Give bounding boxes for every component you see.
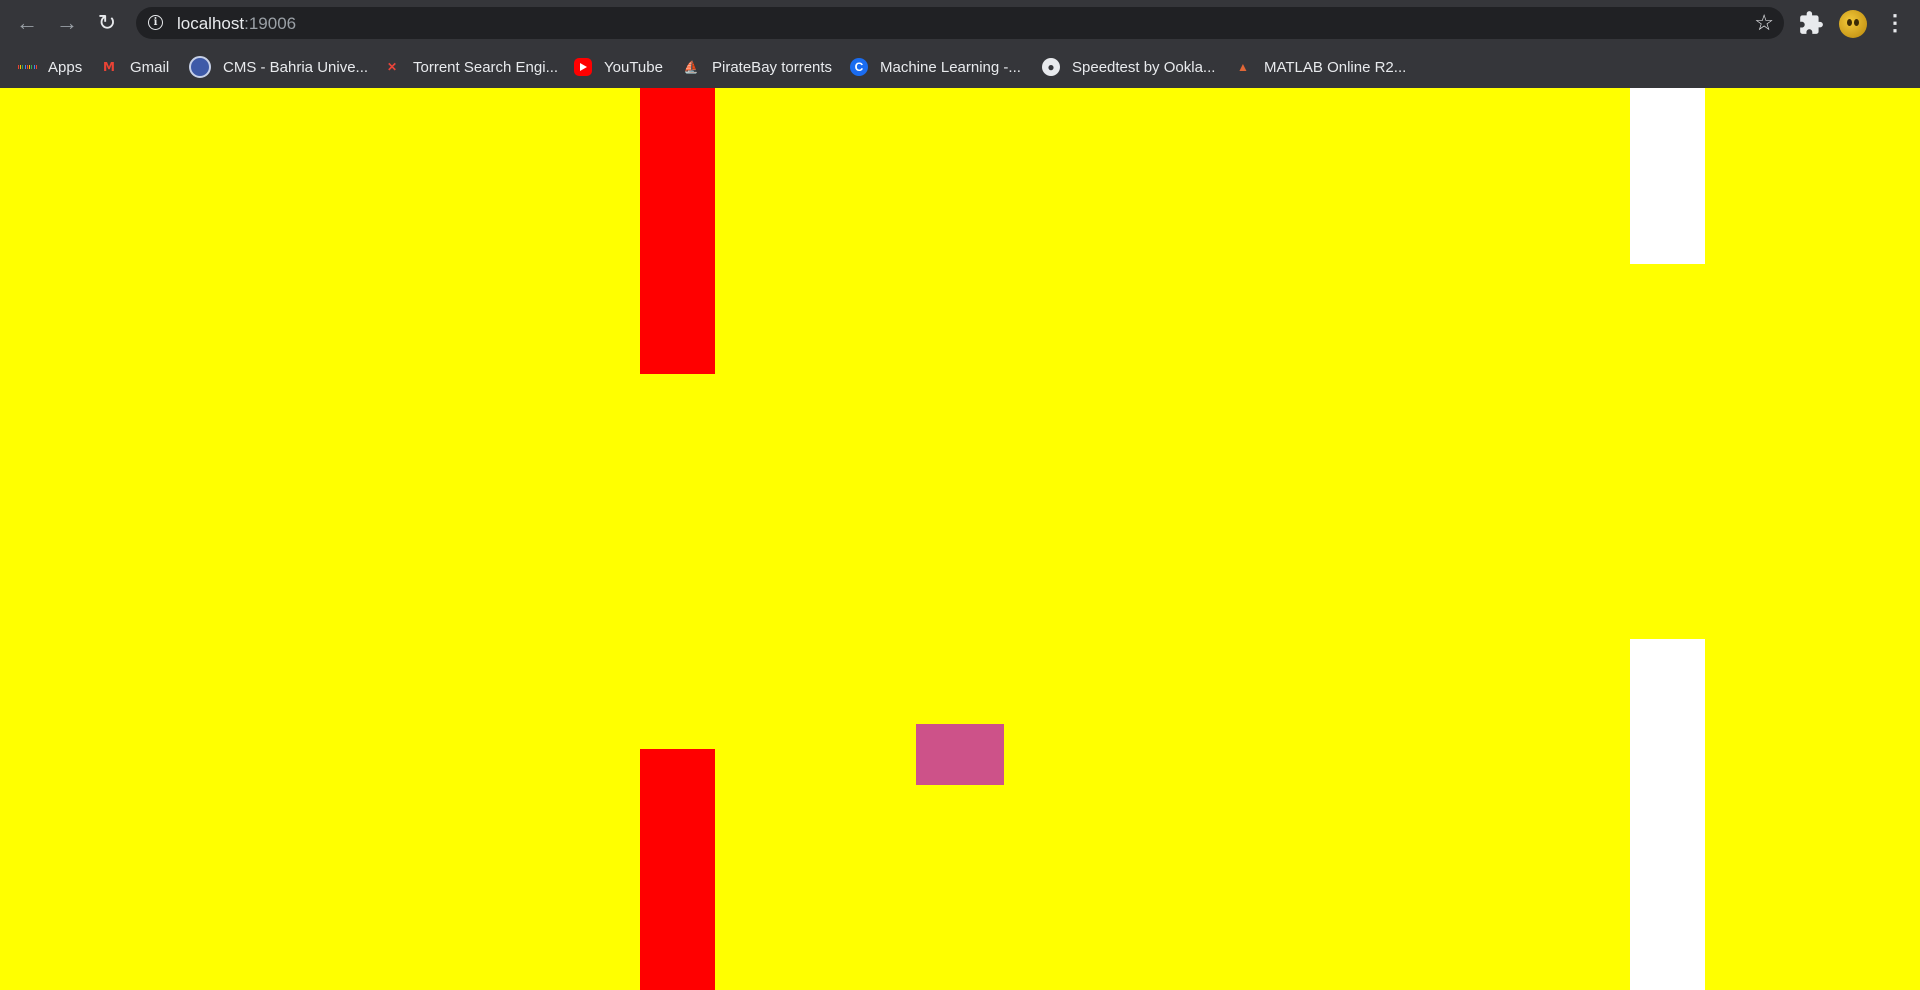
bookmark-piratebay[interactable]: ⛵ PirateBay torrents [682,54,833,80]
torrent-icon: ✕ [386,60,398,74]
star-icon[interactable]: ☆ [1754,10,1774,36]
youtube-icon [574,58,592,76]
bookmark-cms[interactable]: CMS - Bahria Unive... [189,54,368,80]
globe-icon: ● [1042,58,1060,76]
browser-toolbar: ← → ↻ i localhost:19006 ☆ ⋮ [0,0,1920,46]
puzzle-icon[interactable] [1798,10,1824,36]
bookmark-matlab[interactable]: ▲ MATLAB Online R2... [1234,54,1406,80]
bookmark-label: Speedtest by Ookla... [1072,58,1216,76]
apps-grid-icon [18,58,36,76]
url-port: :19006 [244,14,297,33]
pirate-ship-icon: ⛵ [683,60,699,74]
bookmark-label: MATLAB Online R2... [1264,58,1407,76]
url-text[interactable]: localhost:19006 [177,14,296,34]
bookmark-torrent[interactable]: ✕ Torrent Search Engi... [383,54,558,80]
bookmark-apps[interactable]: Apps [18,54,82,80]
bookmark-label: Machine Learning -... [880,58,1021,76]
bookmark-label: YouTube [604,58,663,76]
bookmark-speedtest[interactable]: ● Speedtest by Ookla... [1042,54,1215,80]
reload-icon[interactable]: ↻ [92,8,122,38]
bookmark-machine-learning[interactable]: C Machine Learning -... [850,54,1021,80]
bookmark-youtube[interactable]: YouTube [574,54,663,80]
bookmark-label: Apps [48,58,83,76]
red-obstacle-top [640,88,715,374]
bookmarks-bar: Apps M Gmail CMS - Bahria Unive... ✕ Tor… [0,46,1920,88]
bookmark-label: Gmail [130,58,170,76]
bookmark-label: CMS - Bahria Unive... [223,58,369,76]
game-canvas[interactable] [0,88,1920,990]
kebab-menu-icon[interactable]: ⋮ [1884,9,1906,37]
coursera-icon: C [850,58,868,76]
profile-avatar[interactable] [1839,10,1867,38]
info-icon[interactable]: i [148,15,163,30]
matlab-icon: ▲ [1237,60,1249,74]
forward-arrow-icon[interactable]: → [52,8,82,38]
bookmark-gmail[interactable]: M Gmail [100,54,169,80]
bookmark-label: PirateBay torrents [712,58,833,76]
back-arrow-icon[interactable]: ← [12,8,42,38]
address-bar[interactable]: i localhost:19006 ☆ [136,7,1784,39]
browser-chrome: ← → ↻ i localhost:19006 ☆ ⋮ Apps M Gmail… [0,0,1920,88]
red-obstacle-bottom [640,749,715,990]
url-host: localhost [177,14,245,33]
gmail-icon: M [103,60,115,74]
white-obstacle-bottom [1630,639,1705,990]
cms-icon [189,56,211,78]
white-obstacle-top [1630,88,1705,264]
bookmark-label: Torrent Search Engi... [413,58,559,76]
player-block[interactable] [916,724,1004,785]
